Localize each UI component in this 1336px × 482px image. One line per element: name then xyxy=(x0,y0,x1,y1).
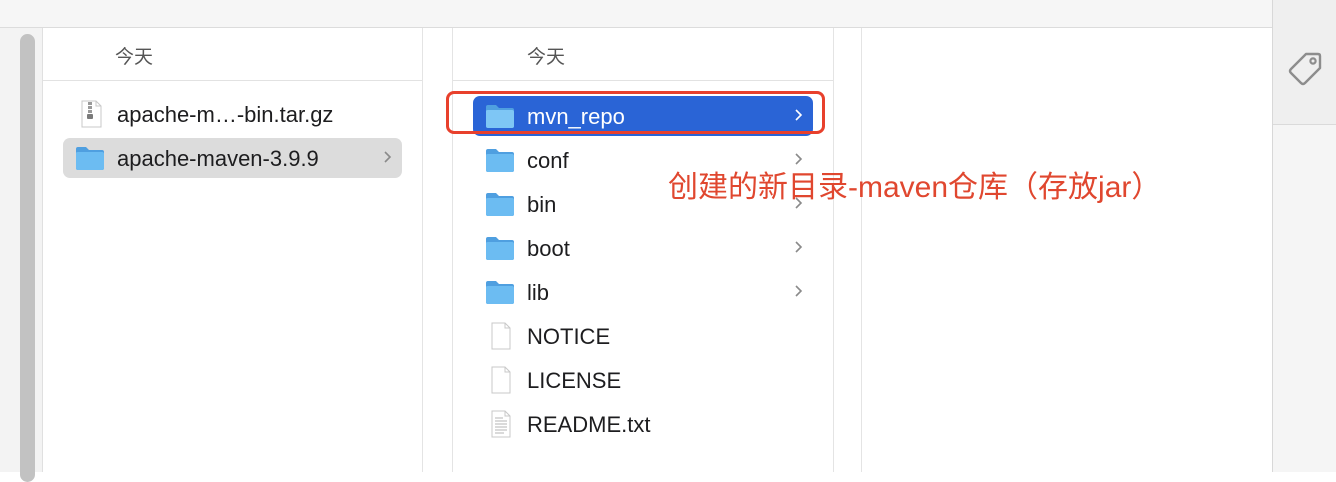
column-gutter xyxy=(832,28,861,472)
list-item-archive[interactable]: apache-m…-bin.tar.gz xyxy=(63,94,402,134)
document-icon xyxy=(491,322,511,350)
folder-icon xyxy=(486,149,514,172)
section-title: 今天 xyxy=(527,47,566,68)
item-label: README.txt xyxy=(527,412,651,437)
item-label: LICENSE xyxy=(527,368,622,393)
column-empty xyxy=(861,28,1242,472)
folder-icon xyxy=(486,193,514,216)
item-label: bin xyxy=(527,192,557,217)
list-item-notice[interactable]: NOTICE xyxy=(473,316,813,356)
item-label: apache-maven-3.9.9 xyxy=(117,146,319,171)
item-label: lib xyxy=(527,280,550,305)
folder-icon xyxy=(486,281,514,304)
document-icon xyxy=(491,366,511,394)
chevron-right-icon xyxy=(384,151,392,163)
annotation-highlight-box xyxy=(446,91,825,134)
side-panel-top xyxy=(1273,0,1336,125)
item-label: NOTICE xyxy=(527,324,611,349)
tag-icon[interactable] xyxy=(1285,48,1325,88)
section-header-today: 今天 xyxy=(43,28,422,81)
text-document-icon xyxy=(491,410,511,438)
item-label: conf xyxy=(527,148,569,173)
folder-icon xyxy=(486,237,514,260)
list-item-lib[interactable]: lib xyxy=(473,272,813,312)
section-header-today: 今天 xyxy=(453,28,833,81)
toolbar-strip xyxy=(0,0,1272,28)
chevron-right-icon xyxy=(795,285,803,297)
annotation-text: 创建的新目录-maven仓库（存放jar） xyxy=(668,171,1162,204)
scrollbar-thumb[interactable] xyxy=(20,34,35,482)
item-label: apache-m…-bin.tar.gz xyxy=(117,102,334,127)
list-item-license[interactable]: LICENSE xyxy=(473,360,813,400)
column-downloads: 今天 apache-m…-bin.tar.gz apache-maven-3.9… xyxy=(43,28,423,472)
archive-file-icon xyxy=(81,100,102,128)
chevron-right-icon xyxy=(795,241,803,253)
list-item-boot[interactable]: boot xyxy=(473,228,813,268)
list-item-readme[interactable]: README.txt xyxy=(473,404,813,444)
item-label: boot xyxy=(527,236,570,261)
section-title: 今天 xyxy=(115,47,154,68)
folder-icon xyxy=(76,147,104,170)
side-panel xyxy=(1272,0,1336,472)
sidebar-scroll-area xyxy=(0,28,43,482)
list-item-apache-maven[interactable]: apache-maven-3.9.9 xyxy=(63,138,402,178)
